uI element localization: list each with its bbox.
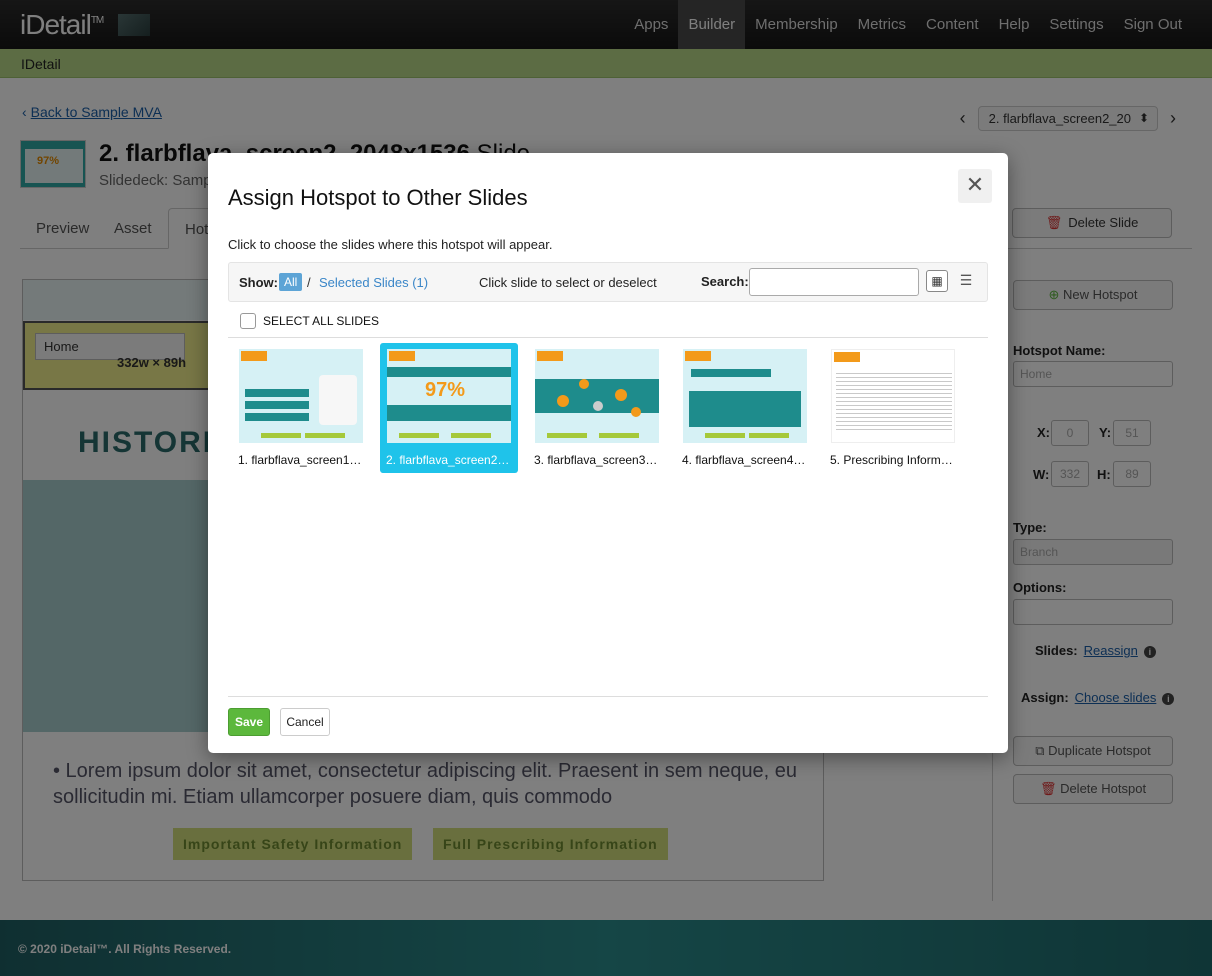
select-hint: Click slide to select or deselect — [479, 275, 657, 290]
slide-card-3[interactable]: 3. flarbflava_screen3_2048x1536 — [528, 343, 666, 473]
slide-thumbnail: 97% — [387, 349, 511, 443]
list-view-icon[interactable]: ☰ — [955, 270, 977, 292]
slide-card-5[interactable]: 5. Prescribing Information — [824, 343, 962, 473]
slide-thumbnail — [535, 349, 659, 443]
slide-grid: 1. flarbflava_screen1_2048x1536 97% 2. f… — [232, 343, 992, 473]
slide-thumbnail — [831, 349, 955, 443]
close-icon[interactable]: ✕ — [958, 169, 992, 203]
filter-all-button[interactable]: All — [279, 273, 303, 291]
slide-card-4[interactable]: 4. flarbflava_screen4_2048x1536 — [676, 343, 814, 473]
filter-selected-link[interactable]: Selected Slides (1) — [319, 275, 428, 290]
filter-bar: Show: All / Selected Slides (1) Click sl… — [228, 262, 988, 302]
modal-title: Assign Hotspot to Other Slides — [228, 185, 528, 210]
slide-card-1[interactable]: 1. flarbflava_screen1_2048x1536 — [232, 343, 370, 473]
modal-description: Click to choose the slides where this ho… — [228, 237, 553, 252]
slide-thumbnail — [683, 349, 807, 443]
save-button[interactable]: Save — [228, 708, 270, 736]
cancel-button[interactable]: Cancel — [280, 708, 330, 736]
select-all-checkbox[interactable] — [240, 313, 256, 329]
grid-view-icon[interactable]: ▦ — [926, 270, 948, 292]
assign-hotspot-modal: Assign Hotspot to Other Slides ✕ Click t… — [208, 153, 1008, 753]
slide-thumbnail — [239, 349, 363, 443]
search-input[interactable] — [749, 268, 919, 296]
select-all-row[interactable]: SELECT ALL SLIDES — [240, 313, 379, 329]
slide-card-2[interactable]: 97% 2. flarbflava_screen2_2048x1536 — [380, 343, 518, 473]
